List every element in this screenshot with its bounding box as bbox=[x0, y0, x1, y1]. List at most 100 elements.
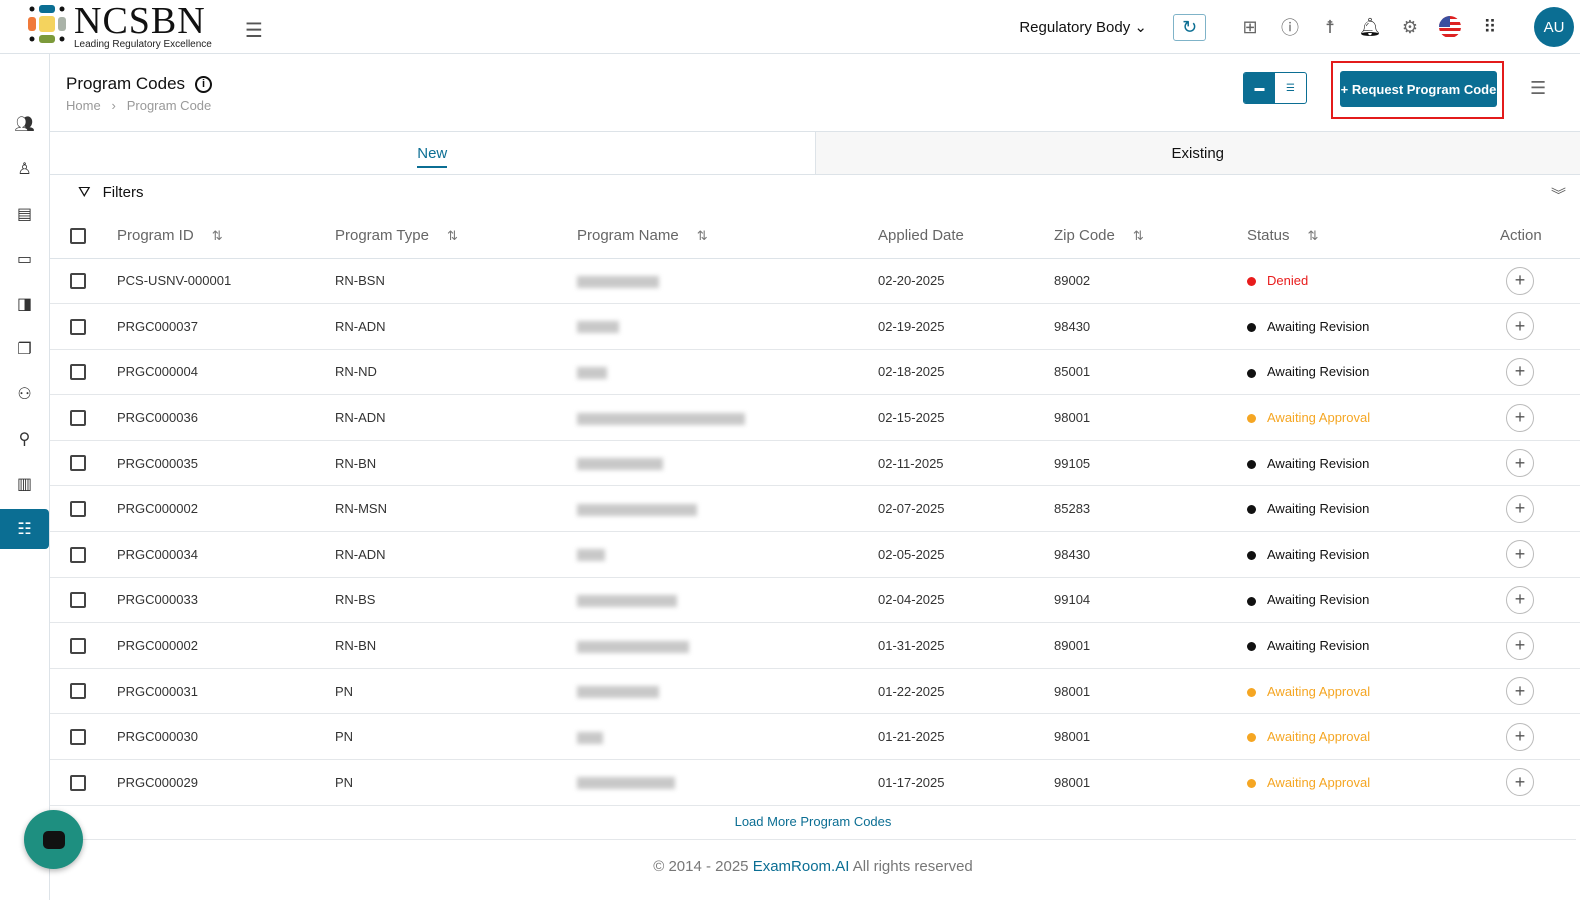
add-action-icon[interactable]: + bbox=[1506, 357, 1534, 386]
logo-mark-icon bbox=[28, 5, 66, 43]
status-dot-icon bbox=[1247, 778, 1256, 788]
status-badge: Awaiting Revision bbox=[1247, 349, 1500, 396]
status-badge: Awaiting Revision bbox=[1247, 485, 1500, 533]
grid-icon[interactable]: ⠿ bbox=[1470, 17, 1510, 38]
request-program-code-button[interactable]: + Request Program Code bbox=[1340, 71, 1497, 107]
row-checkbox[interactable] bbox=[70, 546, 86, 563]
table-row: PRGC000029 PN 01-17-2025 98001 Awaiting … bbox=[50, 759, 1580, 806]
list-view-icon[interactable]: ☰ bbox=[1275, 73, 1306, 103]
status-badge: Awaiting Approval bbox=[1247, 713, 1500, 761]
page-title: Program Codes bbox=[66, 74, 186, 93]
add-action-icon[interactable]: + bbox=[1506, 585, 1534, 614]
ticket-icon[interactable]: ▭ bbox=[0, 239, 49, 279]
table-row: PRGC000031 PN 01-22-2025 98001 Awaiting … bbox=[50, 668, 1580, 715]
col-status[interactable]: Status bbox=[1247, 227, 1290, 244]
gear-icon[interactable]: ⚙ bbox=[1390, 17, 1430, 38]
status-badge: Awaiting Approval bbox=[1247, 759, 1500, 806]
table-row: PRGC000033 RN-BS 02-04-2025 99104 Awaiti… bbox=[50, 577, 1580, 624]
user-settings-icon[interactable]: ⚇ bbox=[0, 374, 49, 414]
row-checkbox[interactable] bbox=[70, 637, 86, 654]
library-icon[interactable]: ❐ bbox=[0, 329, 49, 369]
info-icon[interactable]: i bbox=[195, 75, 213, 93]
select-all-checkbox[interactable] bbox=[70, 228, 86, 245]
row-checkbox[interactable] bbox=[70, 501, 86, 518]
sort-icon[interactable]: ⇅ bbox=[212, 228, 223, 243]
filters-button[interactable]: ⛛ Filters bbox=[78, 184, 143, 201]
report-icon[interactable]: ▥ bbox=[0, 464, 49, 504]
add-action-icon[interactable]: + bbox=[1506, 449, 1534, 478]
tab-new[interactable]: New bbox=[50, 132, 815, 174]
sort-icon[interactable]: ⇅ bbox=[1133, 228, 1144, 243]
program-name-redacted bbox=[577, 686, 659, 699]
add-action-icon[interactable]: + bbox=[1506, 540, 1534, 569]
chat-bot-button[interactable] bbox=[24, 810, 83, 869]
row-checkbox[interactable] bbox=[70, 455, 86, 472]
breadcrumb-current: Program Code bbox=[126, 98, 212, 113]
row-checkbox[interactable] bbox=[70, 318, 86, 335]
sort-icon[interactable]: ⇅ bbox=[1308, 228, 1319, 243]
sort-icon[interactable]: ⇅ bbox=[447, 228, 458, 243]
add-action-icon[interactable]: + bbox=[1506, 677, 1534, 706]
program-id: PRGC000030 bbox=[117, 713, 335, 761]
bell-icon[interactable]: 🔔︎ bbox=[1350, 17, 1390, 38]
help-icon[interactable]: ⓘ bbox=[1270, 14, 1310, 40]
program-type: PN bbox=[335, 759, 577, 806]
accessibility-icon[interactable]: ☨ bbox=[1310, 17, 1350, 38]
add-action-icon[interactable]: + bbox=[1506, 631, 1534, 660]
column-list-icon[interactable]: ☰ bbox=[1530, 78, 1546, 99]
status-badge: Awaiting Revision bbox=[1247, 303, 1500, 350]
avatar[interactable]: AU bbox=[1534, 7, 1574, 47]
program-name-redacted bbox=[577, 321, 619, 334]
regulatory-body-dropdown[interactable]: Regulatory Body ⌄ bbox=[1019, 18, 1147, 36]
book-icon[interactable]: ◨ bbox=[0, 284, 49, 324]
main-content: Program Codes i Home › Program Code ▬ ☰ +… bbox=[50, 54, 1580, 900]
menu-icon[interactable]: ☰ bbox=[245, 18, 263, 43]
breadcrumb-home[interactable]: Home bbox=[66, 98, 101, 113]
chevron-down-icon: ⌄ bbox=[1134, 19, 1147, 36]
apps-add-icon[interactable]: ⊞ bbox=[1230, 17, 1270, 38]
row-checkbox[interactable] bbox=[70, 409, 86, 426]
add-action-icon[interactable]: + bbox=[1506, 403, 1534, 432]
add-action-icon[interactable]: + bbox=[1506, 266, 1534, 295]
program-codes-icon[interactable]: ☷ bbox=[0, 509, 49, 549]
col-program-name[interactable]: Program Name bbox=[577, 227, 679, 244]
status-dot-icon bbox=[1247, 733, 1256, 743]
row-checkbox[interactable] bbox=[70, 364, 86, 381]
row-checkbox[interactable] bbox=[70, 273, 86, 290]
building-icon[interactable]: ▤ bbox=[0, 194, 49, 234]
ncsbn-logo[interactable]: NCSBN Leading Regulatory Excellence bbox=[26, 2, 212, 50]
table-row: PRGC000035 RN-BN 02-11-2025 99105 Awaiti… bbox=[50, 440, 1580, 487]
us-flag-icon[interactable] bbox=[1439, 16, 1461, 38]
col-program-type[interactable]: Program Type bbox=[335, 227, 429, 244]
applied-date: 01-17-2025 bbox=[878, 759, 1054, 806]
add-user-icon[interactable]: ⚲ bbox=[0, 419, 49, 459]
zip-code: 98001 bbox=[1054, 759, 1247, 806]
program-codes-table: Program ID ⇅ Program Type ⇅ Program Name ⇅ … bbox=[50, 214, 1580, 806]
status-dot-icon bbox=[1247, 277, 1256, 287]
card-view-icon[interactable]: ▬ bbox=[1244, 73, 1275, 103]
load-more-link[interactable]: Load More Program Codes bbox=[50, 814, 1576, 840]
candidate-icon[interactable]: ♙ bbox=[0, 149, 49, 189]
row-checkbox[interactable] bbox=[70, 592, 86, 609]
refresh-icon[interactable]: ↻ bbox=[1173, 13, 1206, 41]
double-chevron-down-icon[interactable]: ︾ bbox=[1551, 184, 1566, 205]
tab-existing[interactable]: Existing bbox=[814, 132, 1580, 174]
table-row: PRGC000002 RN-BN 01-31-2025 89001 Awaiti… bbox=[50, 622, 1580, 669]
sort-icon[interactable]: ⇅ bbox=[697, 228, 708, 243]
row-checkbox[interactable] bbox=[70, 729, 86, 746]
add-action-icon[interactable]: + bbox=[1506, 312, 1534, 341]
examroom-link[interactable]: ExamRoom.AI bbox=[753, 858, 850, 875]
add-action-icon[interactable]: + bbox=[1506, 722, 1534, 751]
col-program-id[interactable]: Program ID bbox=[117, 227, 194, 244]
footer-rights: All rights reserved bbox=[849, 858, 973, 875]
row-checkbox[interactable] bbox=[70, 683, 86, 700]
table-row: PRGC000037 RN-ADN 02-19-2025 98430 Await… bbox=[50, 303, 1580, 350]
add-action-icon[interactable]: + bbox=[1506, 494, 1534, 523]
status-dot-icon bbox=[1247, 550, 1256, 560]
status-badge: Awaiting Revision bbox=[1247, 577, 1500, 624]
add-action-icon[interactable]: + bbox=[1506, 768, 1534, 797]
row-checkbox[interactable] bbox=[70, 774, 86, 791]
users-icon[interactable]: 👥︎ bbox=[0, 104, 49, 144]
col-zip-code[interactable]: Zip Code bbox=[1054, 227, 1115, 244]
program-name-redacted bbox=[577, 549, 605, 562]
